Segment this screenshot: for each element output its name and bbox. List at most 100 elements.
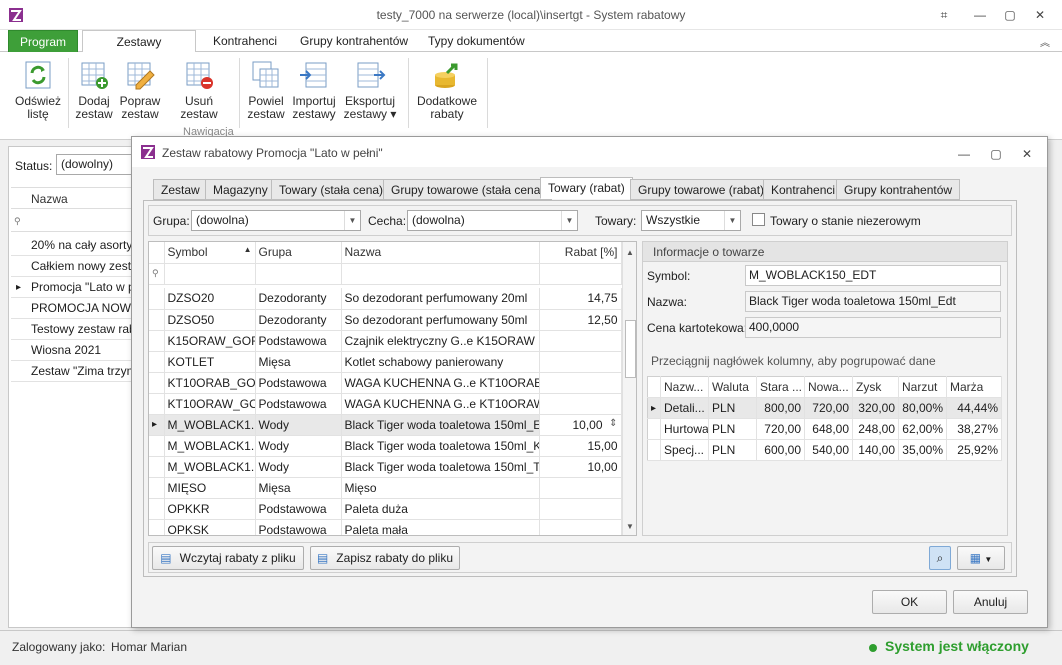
price-cell[interactable]: PLN: [708, 397, 757, 419]
cell-symbol[interactable]: DZSO50: [164, 309, 256, 331]
price-cell[interactable]: 25,92%: [946, 439, 1002, 461]
grupa-select[interactable]: (dowolna) ▼: [191, 210, 361, 231]
cell-rabat[interactable]: 12,50: [539, 309, 622, 331]
cell-nazwa[interactable]: Czajnik elektryczny G..e K15ORAW: [341, 330, 540, 352]
tab-grupy-towarowe-stala-cena[interactable]: Grupy towarowe (stała cena): [383, 179, 553, 200]
tab-grupy-towarowe-rabat[interactable]: Grupy towarowe (rabat): [630, 179, 773, 200]
close-button[interactable]: ✕: [1030, 6, 1050, 24]
set-list-item[interactable]: 20% na cały asortym: [11, 235, 134, 256]
dialog-close-button[interactable]: ✕: [1017, 145, 1037, 163]
cell-grupa[interactable]: Podstawowa: [255, 498, 342, 520]
cell-grupa[interactable]: Mięsa: [255, 351, 342, 373]
towary-select[interactable]: Wszystkie ▼: [641, 210, 741, 231]
price-cell[interactable]: Hurtowa: [660, 418, 709, 440]
cell-nazwa[interactable]: So dezodorant perfumowany 20ml: [341, 288, 540, 310]
cell-symbol[interactable]: M_WOBLACK1...: [164, 435, 256, 457]
filter-row-icon[interactable]: ⚲: [11, 210, 134, 232]
cell-grupa[interactable]: Podstawowa: [255, 393, 342, 415]
cell-symbol[interactable]: K15ORAW_GOR: [164, 330, 256, 352]
price-cell[interactable]: 600,00: [756, 439, 805, 461]
cell-grupa[interactable]: Dezodoranty: [255, 309, 342, 331]
price-cell[interactable]: 248,00: [852, 418, 899, 440]
load-discounts-button[interactable]: ▤ Wczytaj rabaty z pliku: [152, 546, 304, 570]
col-symbol[interactable]: Symbol ▲: [164, 242, 256, 264]
minimize-button[interactable]: —: [970, 6, 990, 24]
tab-typy-dokumentow[interactable]: Typy dokumentów: [418, 30, 535, 52]
cell-nazwa[interactable]: Black Tiger woda toaletowa 150ml_Edt: [341, 414, 540, 436]
cell-nazwa[interactable]: Black Tiger woda toaletowa 150ml_Te...: [341, 456, 540, 478]
cell-rabat[interactable]: [539, 519, 622, 535]
set-list-item[interactable]: ▸Promocja "Lato w pełni: [11, 277, 134, 298]
spin-buttons-icon[interactable]: ⇕: [609, 418, 617, 429]
tab-zestaw[interactable]: Zestaw: [153, 179, 208, 200]
maximize-button[interactable]: ▢: [1000, 6, 1020, 24]
edit-set-button[interactable]: Popraw zestaw: [117, 56, 163, 132]
product-row[interactable]: M_WOBLACK1... Wody Black Tiger woda toalet…: [149, 456, 622, 478]
symbol-field[interactable]: M_WOBLACK150_EDT: [745, 265, 1001, 286]
cell-rabat[interactable]: [539, 351, 622, 373]
tab-grupy-kontrahentow[interactable]: Grupy kontrahentów: [290, 30, 418, 52]
cell-symbol[interactable]: OPKKR: [164, 498, 256, 520]
product-row[interactable]: KT10ORAW_GORPodstawowaWAGA KUCHENNA G..e…: [149, 393, 622, 415]
cell-rabat[interactable]: [539, 372, 622, 394]
extra-discounts-button[interactable]: Dodatkowe rabaty: [414, 56, 480, 132]
collapse-ribbon-icon[interactable]: ︽: [1040, 34, 1050, 49]
cell-nazwa[interactable]: WAGA KUCHENNA G..e KT10ORAB: [341, 372, 540, 394]
nonzero-stock-checkbox[interactable]: [752, 213, 765, 226]
price-level-row[interactable]: Hurtowa PLN 720,00 648,00 248,00 62,00% 38,27%: [647, 418, 1002, 440]
nazwa-field[interactable]: Black Tiger woda toaletowa 150ml_Edt: [745, 291, 1001, 312]
dialog-maximize-button[interactable]: ▢: [986, 145, 1006, 163]
ok-button[interactable]: OK: [872, 590, 947, 614]
cell-symbol[interactable]: M_WOBLACK1...: [164, 456, 256, 478]
product-row[interactable]: MIĘSO Mięsa Mięso: [149, 477, 622, 499]
filter-row[interactable]: ⚲: [149, 263, 622, 285]
product-row[interactable]: KOTLET Mięsa Kotlet schabowy panierowany: [149, 351, 622, 373]
set-list-item[interactable]: Testowy zestaw raba: [11, 319, 134, 340]
product-row[interactable]: DZSO20 Dezodoranty So dezodorant perfumowa…: [149, 288, 622, 310]
cell-symbol[interactable]: OPKSK: [164, 519, 256, 535]
price-cell[interactable]: 720,00: [756, 418, 805, 440]
add-set-button[interactable]: Dodaj zestaw: [73, 56, 115, 132]
cancel-button[interactable]: Anuluj: [953, 590, 1028, 614]
cell-grupa[interactable]: Podstawowa: [255, 519, 342, 535]
cell-grupa[interactable]: Podstawowa: [255, 372, 342, 394]
product-row[interactable]: ▸ M_WOBLACK1... Wody Black Tiger woda toale…: [149, 414, 622, 436]
cell-grupa[interactable]: Mięsa: [255, 477, 342, 499]
cell-nazwa[interactable]: Paleta duża: [341, 498, 540, 520]
cell-rabat[interactable]: [539, 477, 622, 499]
cell-symbol[interactable]: KT10ORAW_GOR: [164, 393, 256, 415]
cell-rabat[interactable]: 10,00: [539, 456, 622, 478]
cell-grupa[interactable]: Wody: [255, 456, 342, 478]
price-cell[interactable]: 35,00%: [898, 439, 947, 461]
product-row[interactable]: M_WOBLACK1... Wody Black Tiger woda toalet…: [149, 435, 622, 457]
price-cell[interactable]: 320,00: [852, 397, 899, 419]
price-cell[interactable]: 140,00: [852, 439, 899, 461]
price-cell[interactable]: PLN: [708, 418, 757, 440]
cell-rabat[interactable]: [539, 330, 622, 352]
col-rabat[interactable]: Rabat [%]: [539, 242, 622, 264]
set-list-item[interactable]: Całkiem nowy zestaw: [11, 256, 134, 277]
tab-grupy-kontrahentow-dialog[interactable]: Grupy kontrahentów: [836, 179, 961, 200]
cell-symbol[interactable]: MIĘSO: [164, 477, 256, 499]
column-header-nazwa[interactable]: Nazwa: [11, 187, 134, 209]
set-list-item[interactable]: Wiosna 2021: [11, 340, 134, 361]
cell-rabat[interactable]: 14,75: [539, 288, 622, 310]
import-button[interactable]: Importuj zestawy: [290, 56, 338, 132]
export-button[interactable]: Eksportuj zestawy ▾: [342, 56, 398, 132]
cell-rabat[interactable]: [539, 393, 622, 415]
cell-symbol[interactable]: M_WOBLACK1...: [164, 414, 256, 436]
tab-kontrahenci-dialog[interactable]: Kontrahenci: [763, 179, 844, 200]
tab-program[interactable]: Program: [8, 30, 78, 52]
tab-towary-stala-cena[interactable]: Towary (stała cena): [271, 179, 392, 200]
duplicate-button[interactable]: Powiel zestaw: [244, 56, 288, 132]
cell-rabat[interactable]: 15,00: [539, 435, 622, 457]
product-row[interactable]: KT10ORAB_GOR Podstawowa WAGA KUCHENNA G..e…: [149, 372, 622, 394]
cell-rabat[interactable]: [539, 498, 622, 520]
cell-grupa[interactable]: Wody: [255, 435, 342, 457]
price-level-row[interactable]: ▸ Detali... PLN 800,00 720,00 320,00 80,00% 44,…: [647, 397, 1002, 419]
product-row[interactable]: OPKSK Podstawowa Paleta mała: [149, 519, 622, 535]
cena-field[interactable]: 400,0000: [745, 317, 1001, 338]
price-level-row[interactable]: Specj... PLN 600,00 540,00 140,00 35,00% 25,92…: [647, 439, 1002, 461]
column-chooser-button[interactable]: ▦ ▼: [957, 546, 1005, 570]
grid-scrollbar[interactable]: ▲ ▼: [622, 242, 636, 535]
